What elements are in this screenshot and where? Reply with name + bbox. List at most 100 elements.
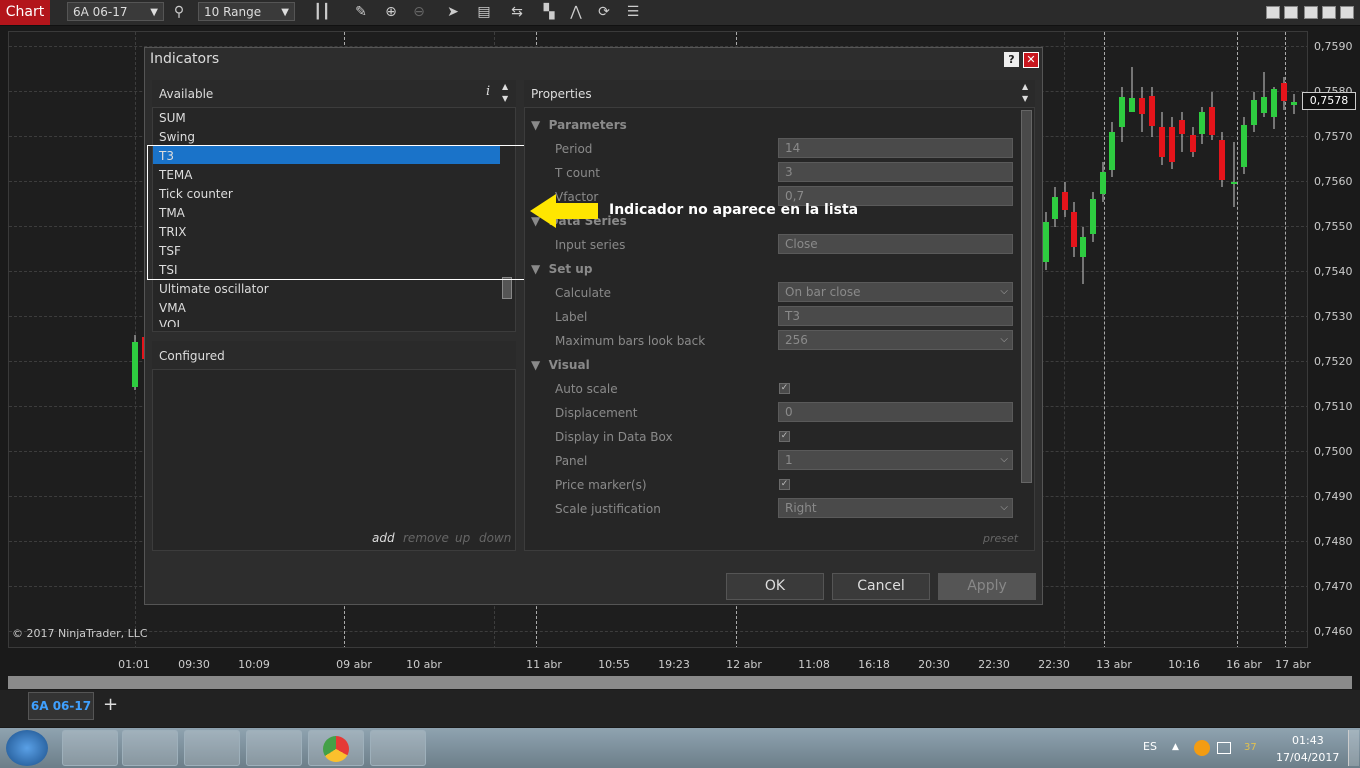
network-icon[interactable] [1217, 742, 1231, 754]
time-label: 22:30 [978, 658, 1010, 671]
clock-date[interactable]: 17/04/2017 [1276, 751, 1339, 764]
drawing-tool-icon[interactable]: ✎ [352, 3, 370, 21]
indicators-icon[interactable]: ⋀ [567, 3, 585, 21]
available-header-label: Available [159, 87, 214, 101]
apply-button[interactable]: Apply [938, 573, 1036, 600]
taskbar-app-shield[interactable] [122, 730, 178, 766]
bar-type-selector[interactable]: 10 Range ▼ [198, 2, 295, 21]
add-tab-button[interactable]: + [103, 694, 118, 715]
chart-menu-button[interactable]: Chart [0, 0, 50, 25]
period-field[interactable]: 14 [778, 138, 1013, 158]
properties-scroll-thumb[interactable] [1021, 110, 1032, 483]
chevron-down-icon: ⌵ [1000, 286, 1008, 297]
list-item[interactable]: VMA [159, 301, 186, 315]
scroll-down-icon[interactable]: ▼ [1022, 94, 1028, 103]
cancel-button[interactable]: Cancel [832, 573, 930, 600]
price-label: 0,7490 [1314, 490, 1353, 503]
label-field[interactable]: T3 [778, 306, 1013, 326]
maximize-icon[interactable] [1322, 6, 1336, 19]
chevron-down-icon: ▼ [150, 7, 158, 18]
restore-icon[interactable] [1304, 6, 1318, 19]
displacement-field[interactable]: 0 [778, 402, 1013, 422]
scroll-up-icon[interactable]: ▲ [502, 82, 508, 91]
tray-app-icon[interactable] [1194, 740, 1210, 756]
info-icon[interactable]: i [486, 84, 490, 99]
time-axis[interactable]: 01:01 09:30 10:09 09 abr 10 abr 11 abr 1… [8, 648, 1311, 676]
tray-counter[interactable]: 37 [1244, 742, 1257, 753]
taskbar-app-media[interactable] [246, 730, 302, 766]
candle [1071, 212, 1077, 247]
price-label: 0,7530 [1314, 310, 1353, 323]
list-item[interactable]: VOL [159, 318, 183, 327]
remove-link[interactable]: remove [403, 531, 449, 545]
candle [1251, 100, 1257, 125]
clock-time[interactable]: 01:43 [1292, 734, 1324, 747]
chart-trader-icon[interactable]: ▚ [540, 3, 558, 21]
category-visual[interactable]: ▼ Visual [531, 358, 590, 372]
calculate-select[interactable]: On bar close ⌵ [778, 282, 1013, 302]
taskbar-app-chrome[interactable] [308, 730, 364, 766]
list-scroll-thumb[interactable] [502, 277, 512, 299]
candle [1139, 98, 1145, 114]
category-setup[interactable]: ▼ Set up [531, 262, 592, 276]
price-label: 0,7570 [1314, 130, 1353, 143]
zoom-in-icon[interactable]: ⊕ [382, 3, 400, 21]
display-databox-checkbox[interactable]: ✓ [779, 431, 790, 442]
display-databox-label: Display in Data Box [555, 430, 673, 444]
show-hidden-icons-icon[interactable]: ▲ [1172, 742, 1179, 752]
list-item[interactable]: Swing [159, 130, 195, 144]
properties-icon[interactable]: ☰ [624, 3, 642, 21]
tcount-field[interactable]: 3 [778, 162, 1013, 182]
scale-just-select[interactable]: Right ⌵ [778, 498, 1013, 518]
start-button[interactable] [6, 730, 48, 766]
time-label: 13 abr [1096, 658, 1132, 671]
list-item[interactable]: SUM [159, 111, 186, 125]
zoom-out-icon[interactable]: ⊖ [410, 3, 428, 21]
category-label: Set up [548, 262, 593, 276]
candle [1119, 97, 1125, 127]
price-marker-checkbox[interactable]: ✓ [779, 479, 790, 490]
down-link[interactable]: down [479, 531, 511, 545]
panel-select[interactable]: 1 ⌵ [778, 450, 1013, 470]
instrument-selector[interactable]: 6A 06-17 ▼ [67, 2, 164, 21]
bar-style-icon[interactable]: ┃┃ [313, 3, 331, 21]
ok-button[interactable]: OK [726, 573, 824, 600]
candle [1241, 125, 1247, 167]
scroll-down-icon[interactable]: ▼ [502, 94, 508, 103]
link-icon[interactable] [1284, 6, 1298, 19]
search-icon[interactable]: ⚲ [170, 3, 188, 21]
preset-link[interactable]: preset [983, 532, 1018, 545]
max-bars-select[interactable]: 256 ⌵ [778, 330, 1013, 350]
tab-6a-06-17[interactable]: 6A 06-17 [28, 692, 94, 720]
show-desktop-button[interactable] [1348, 730, 1359, 766]
taskbar-app-ninjatrader[interactable] [184, 730, 240, 766]
scroll-up-icon[interactable]: ▲ [1022, 82, 1028, 91]
list-item[interactable]: Ultimate oscillator [159, 282, 269, 296]
reload-icon[interactable]: ⟳ [595, 3, 613, 21]
add-link[interactable]: add [372, 531, 395, 545]
candle [1179, 120, 1185, 134]
chart-scrollbar[interactable] [8, 676, 1352, 689]
taskbar-app-notes[interactable] [62, 730, 118, 766]
copyright-text: © 2017 NinjaTrader, LLC [12, 627, 148, 640]
up-link[interactable]: up [455, 531, 470, 545]
dialog-close-button[interactable]: ✕ [1023, 52, 1039, 68]
auto-scale-checkbox[interactable]: ✓ [779, 383, 790, 394]
candle [1199, 112, 1205, 134]
annotation-arrow-icon [530, 194, 598, 228]
help-button[interactable]: ? [1004, 52, 1019, 67]
chevron-down-icon: ⌵ [1000, 334, 1008, 345]
close-icon[interactable] [1340, 6, 1354, 19]
pointer-icon[interactable]: ➤ [444, 3, 462, 21]
data-box-icon[interactable]: ▤ [475, 3, 493, 21]
input-series-field[interactable]: Close [778, 234, 1013, 254]
period-label: Period [555, 142, 593, 156]
language-indicator[interactable]: ES [1143, 740, 1157, 753]
price-label: 0,7500 [1314, 445, 1353, 458]
strategies-icon[interactable]: ⇆ [508, 3, 526, 21]
price-axis[interactable]: 0,7590 0,7580 0,7570 0,7560 0,7550 0,754… [1308, 31, 1360, 648]
price-label: 0,7480 [1314, 535, 1353, 548]
taskbar-app-ninjatrader8[interactable] [370, 730, 426, 766]
category-parameters[interactable]: ▼ Parameters [531, 118, 627, 132]
minimize-icon[interactable] [1266, 6, 1280, 19]
